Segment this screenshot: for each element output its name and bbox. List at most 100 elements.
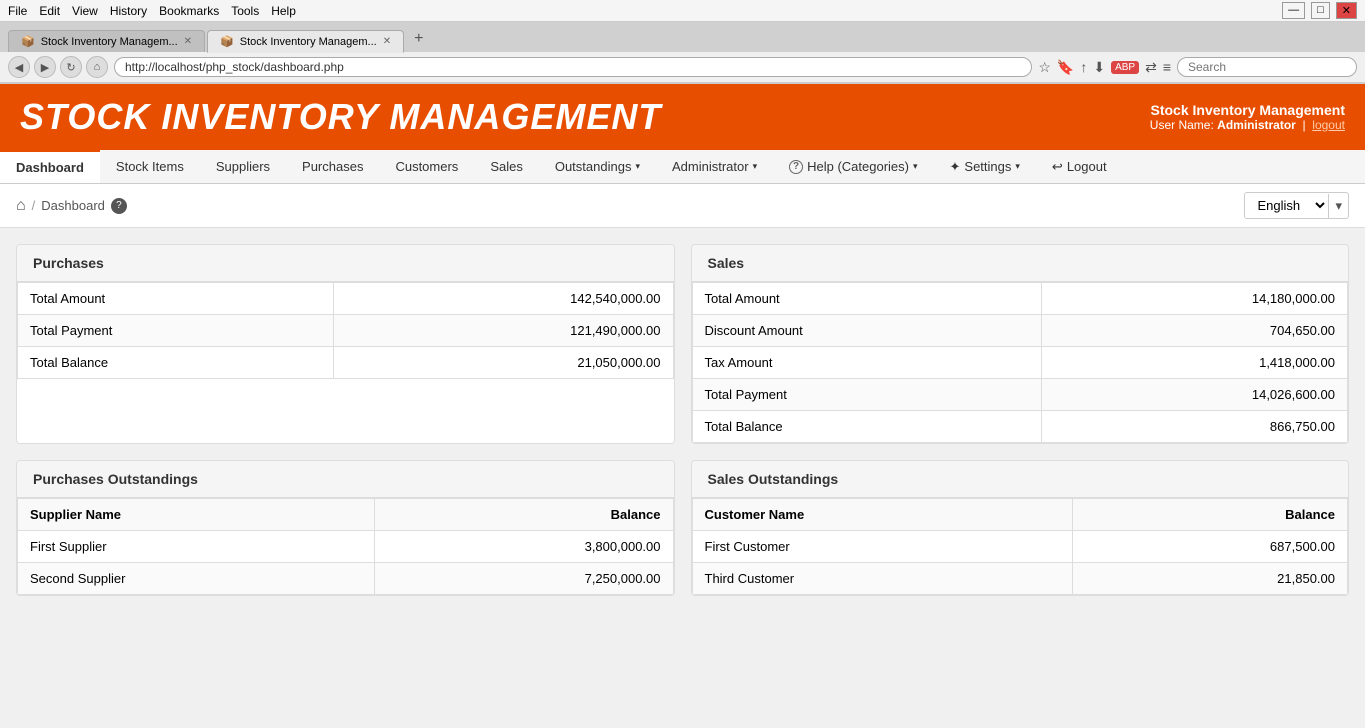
browser-tab-1[interactable]: 📦 Stock Inventory Managem... ✕ (8, 30, 205, 52)
sales-outstandings-table: Customer Name Balance First Customer 687… (692, 498, 1349, 595)
menu-bookmarks[interactable]: Bookmarks (159, 4, 219, 18)
menu-history[interactable]: History (110, 4, 147, 18)
sales-label-4: Total Balance (692, 411, 1041, 443)
po-supplier-1: Second Supplier (18, 563, 375, 595)
new-tab-button[interactable]: + (406, 26, 431, 52)
menu-edit[interactable]: Edit (39, 4, 60, 18)
more-icon[interactable]: ≡ (1163, 59, 1171, 75)
sales-label-3: Total Payment (692, 379, 1041, 411)
browser-addressbar: ◀ ▶ ↻ ⌂ ☆ 🔖 ↑ ⬇ ABP ⇄ ≡ (0, 52, 1365, 83)
sales-value-2: 1,418,000.00 (1041, 347, 1347, 379)
purchases-card-header: Purchases (17, 245, 674, 282)
nav-suppliers[interactable]: Suppliers (200, 150, 286, 183)
sales-row-3: Total Payment 14,026,600.00 (692, 379, 1348, 411)
language-selector[interactable]: English French Spanish ▾ (1244, 192, 1349, 219)
back-button[interactable]: ◀ (8, 56, 30, 78)
bookmark-star-icon[interactable]: ☆ (1038, 59, 1051, 76)
sales-label-0: Total Amount (692, 283, 1041, 315)
col-balance-purchases: Balance (374, 499, 673, 531)
purchases-row-0: Total Amount 142,540,000.00 (18, 283, 674, 315)
breadcrumb: ⌂ / Dashboard ? (16, 197, 127, 215)
purchases-table: Total Amount 142,540,000.00 Total Paymen… (17, 282, 674, 379)
nav-customers[interactable]: Customers (379, 150, 474, 183)
nav-logout[interactable]: ↩ Logout (1036, 150, 1123, 183)
nav-administrator[interactable]: Administrator ▾ (656, 150, 773, 183)
download-icon[interactable]: ⬇ (1093, 59, 1105, 76)
po-balance-1: 7,250,000.00 (374, 563, 673, 595)
col-customer-name: Customer Name (692, 499, 1073, 531)
nav-dashboard[interactable]: Dashboard (0, 150, 100, 183)
admin-dropdown-arrow: ▾ (753, 161, 758, 172)
user-info: User Name: Administrator | logout (1150, 118, 1345, 132)
bookmark-list-icon[interactable]: 🔖 (1057, 59, 1074, 76)
tab1-close[interactable]: ✕ (184, 36, 192, 47)
nav-settings[interactable]: ✦ Settings ▾ (934, 150, 1036, 183)
so-customer-1: Third Customer (692, 563, 1073, 595)
sales-value-4: 866,750.00 (1041, 411, 1347, 443)
close-button[interactable]: ✕ (1336, 2, 1357, 19)
url-bar[interactable] (114, 57, 1032, 77)
maximize-button[interactable]: □ (1311, 2, 1330, 19)
user-label: User Name: (1150, 118, 1214, 132)
purchases-outstandings-table: Supplier Name Balance First Supplier 3,8… (17, 498, 674, 595)
help-dropdown-arrow: ▾ (913, 161, 918, 172)
header-app-name: Stock Inventory Management (1150, 102, 1345, 118)
purchases-label-2: Total Balance (18, 347, 334, 379)
tab1-label: Stock Inventory Managem... (41, 36, 178, 48)
breadcrumb-page: Dashboard (41, 198, 105, 213)
sales-outstandings-body: Customer Name Balance First Customer 687… (692, 498, 1349, 595)
browser-nav-buttons: ◀ ▶ ↻ ⌂ (8, 56, 108, 78)
forward-button[interactable]: ▶ (34, 56, 56, 78)
header-logout-link[interactable]: logout (1312, 118, 1345, 132)
purchases-outstandings-header-row: Supplier Name Balance (18, 499, 674, 531)
abp-icon[interactable]: ABP (1111, 61, 1139, 74)
sales-outstandings-header-row: Customer Name Balance (692, 499, 1348, 531)
breadcrumb-info-icon[interactable]: ? (111, 198, 127, 214)
home-browser-button[interactable]: ⌂ (86, 56, 108, 78)
reload-button[interactable]: ↻ (60, 56, 82, 78)
nav-stock-items[interactable]: Stock Items (100, 150, 200, 183)
sales-value-3: 14,026,600.00 (1041, 379, 1347, 411)
tab2-close[interactable]: ✕ (383, 36, 391, 47)
menu-help[interactable]: Help (271, 4, 296, 18)
menu-view[interactable]: View (72, 4, 98, 18)
breadcrumb-bar: ⌂ / Dashboard ? English French Spanish ▾ (0, 184, 1365, 228)
purchases-value-0: 142,540,000.00 (333, 283, 673, 315)
purchases-outstandings-body: Supplier Name Balance First Supplier 3,8… (17, 498, 674, 595)
home-breadcrumb-icon[interactable]: ⌂ (16, 197, 26, 215)
tab2-label: Stock Inventory Managem... (240, 36, 377, 48)
nav-help[interactable]: ? Help (Categories) ▾ (773, 150, 933, 183)
so-row-1: Third Customer 21,850.00 (692, 563, 1348, 595)
sales-value-0: 14,180,000.00 (1041, 283, 1347, 315)
po-row-1: Second Supplier 7,250,000.00 (18, 563, 674, 595)
language-select-input[interactable]: English French Spanish (1245, 193, 1328, 218)
sales-outstandings-header: Sales Outstandings (692, 461, 1349, 498)
col-supplier-name: Supplier Name (18, 499, 375, 531)
nav-sales[interactable]: Sales (474, 150, 539, 183)
language-dropdown-arrow[interactable]: ▾ (1328, 194, 1348, 218)
so-balance-1: 21,850.00 (1073, 563, 1348, 595)
app-title: STOCK INVENTORY MANAGEMENT (20, 96, 661, 138)
so-customer-0: First Customer (692, 531, 1073, 563)
browser-tab-2[interactable]: 📦 Stock Inventory Managem... ✕ (207, 30, 404, 53)
app-header: STOCK INVENTORY MANAGEMENT Stock Invento… (0, 84, 1365, 150)
so-row-0: First Customer 687,500.00 (692, 531, 1348, 563)
sales-table: Total Amount 14,180,000.00 Discount Amou… (692, 282, 1349, 443)
browser-toolbar-icons: ☆ 🔖 ↑ ⬇ ABP ⇄ ≡ (1038, 59, 1171, 76)
sales-row-2: Tax Amount 1,418,000.00 (692, 347, 1348, 379)
nav-outstandings[interactable]: Outstandings ▾ (539, 150, 656, 183)
tab2-favicon: 📦 (220, 35, 234, 48)
sales-value-1: 704,650.00 (1041, 315, 1347, 347)
minimize-button[interactable]: — (1282, 2, 1305, 19)
menu-file[interactable]: File (8, 4, 27, 18)
help-icon: ? (789, 160, 803, 174)
settings-icon: ✦ (950, 159, 961, 175)
username: Administrator (1217, 118, 1296, 132)
share-icon[interactable]: ↑ (1080, 59, 1087, 75)
menu-tools[interactable]: Tools (231, 4, 259, 18)
search-input[interactable] (1177, 57, 1357, 77)
nav-purchases[interactable]: Purchases (286, 150, 379, 183)
sales-row-4: Total Balance 866,750.00 (692, 411, 1348, 443)
outstandings-dropdown-arrow: ▾ (635, 161, 640, 172)
sync-icon[interactable]: ⇄ (1145, 59, 1157, 76)
